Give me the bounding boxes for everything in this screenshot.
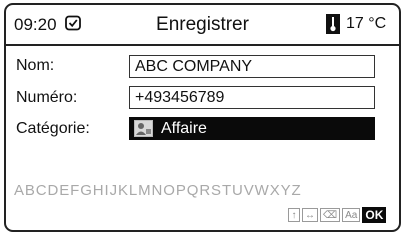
- status-header: 09:20 Enregistrer 17 °C: [6, 5, 399, 46]
- category-label: Catégorie:: [16, 120, 90, 137]
- outside-temperature: 17 °C: [346, 15, 387, 32]
- case-toggle-key[interactable]: Aa: [342, 208, 361, 222]
- shift-key[interactable]: ↑: [288, 208, 300, 222]
- category-field[interactable]: Affaire: [129, 117, 375, 140]
- ok-button[interactable]: OK: [362, 207, 387, 223]
- speller-function-keys: ↑ ↔ ⌫ Aa OK: [288, 207, 387, 223]
- page-title: Enregistrer: [156, 14, 249, 35]
- name-label: Nom:: [16, 57, 55, 74]
- business-contact-icon: [134, 120, 153, 137]
- category-value: Affaire: [161, 120, 207, 137]
- cursor-move-key[interactable]: ↔: [302, 208, 318, 222]
- number-label: Numéro:: [16, 89, 78, 106]
- thermometer-icon: [326, 14, 340, 34]
- name-field[interactable]: ABC COMPANY: [129, 55, 375, 78]
- character-speller[interactable]: ABCDEFGHIJKLMNOPQRSTUVWXYZ: [14, 182, 302, 199]
- delete-key[interactable]: ⌫: [320, 208, 341, 222]
- enregistrer-screen: 09:20 Enregistrer 17 °C Nom: ABC COMPANY…: [4, 3, 401, 232]
- number-field[interactable]: +493456789: [129, 86, 375, 109]
